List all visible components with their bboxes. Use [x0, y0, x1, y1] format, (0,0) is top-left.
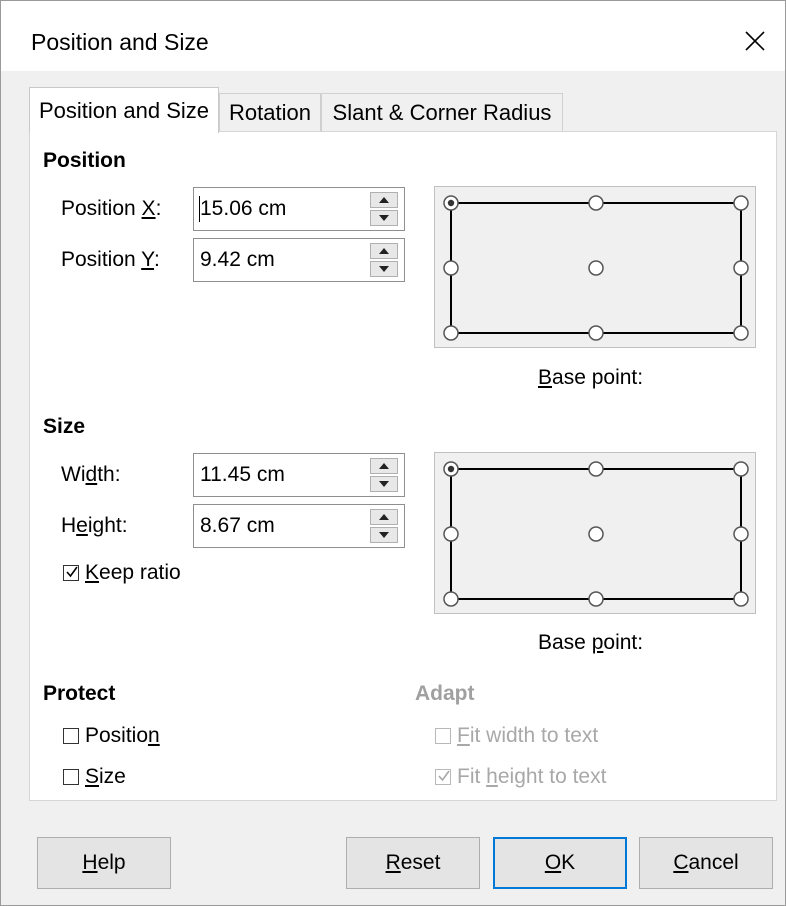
height-increment-button[interactable] [370, 509, 398, 525]
tab-label: Slant & Corner Radius [332, 99, 552, 125]
fit-width-label: Fit width to text [457, 724, 599, 747]
keep-ratio-label: Keep ratio [85, 561, 181, 584]
position-y-increment-button[interactable] [370, 243, 398, 259]
position-y-value: 9.42 cm [200, 248, 275, 271]
base-point-bottom-left[interactable] [443, 591, 459, 607]
position-size-dialog: Position and Size Position and Size Rota… [0, 0, 786, 906]
base-point-bottom-right[interactable] [733, 325, 749, 341]
tab-label: Position and Size [39, 97, 209, 123]
fit-width-to-text-checkbox: Fit width to text [435, 724, 598, 748]
close-button[interactable] [735, 21, 775, 61]
tab-slant-corner-radius[interactable]: Slant & Corner Radius [321, 93, 563, 131]
checkbox-box [63, 728, 79, 744]
cancel-button[interactable]: Cancel [639, 837, 773, 889]
position-x-spinbox[interactable]: 15.06 cm [193, 187, 405, 231]
width-label: Width: [61, 463, 121, 486]
position-section-title: Position [43, 149, 126, 172]
base-point-bottom-left[interactable] [443, 325, 459, 341]
arrow-up-icon [379, 248, 389, 254]
adapt-section-title: Adapt [415, 682, 475, 705]
arrow-down-icon [379, 481, 389, 487]
base-point-middle-left[interactable] [443, 526, 459, 542]
checkbox-box [63, 565, 79, 581]
close-icon [745, 31, 765, 51]
base-point-grid-icon [443, 461, 749, 607]
position-base-point-label: Base point: [538, 366, 644, 389]
fit-height-to-text-checkbox: Fit height to text [435, 765, 606, 789]
arrow-down-icon [379, 532, 389, 538]
window-title: Position and Size [31, 29, 209, 55]
base-point-grid-icon [443, 195, 749, 341]
protect-position-label: Position [85, 724, 160, 747]
checkbox-box [435, 728, 451, 744]
checkmark-icon [438, 770, 450, 782]
checkbox-box [63, 769, 79, 785]
base-point-top-right[interactable] [733, 195, 749, 211]
protect-position-checkbox[interactable]: Position [63, 724, 160, 748]
base-point-middle-right[interactable] [733, 526, 749, 542]
tab-position-and-size[interactable]: Position and Size [29, 87, 219, 133]
arrow-up-icon [379, 514, 389, 520]
reset-button-label: Reset [385, 851, 441, 874]
base-point-middle-right[interactable] [733, 260, 749, 276]
help-button-label: Help [82, 851, 126, 874]
height-label: Height: [61, 514, 128, 537]
title-bar: Position and Size [1, 1, 785, 71]
tab-label: Rotation [229, 99, 311, 125]
base-point-bottom-center[interactable] [588, 325, 604, 341]
base-point-top-center[interactable] [588, 195, 604, 211]
base-point-bottom-center[interactable] [588, 591, 604, 607]
help-button[interactable]: Help [37, 837, 171, 889]
protect-size-checkbox[interactable]: Size [63, 765, 126, 789]
base-point-middle-left[interactable] [443, 260, 459, 276]
arrow-down-icon [379, 215, 389, 221]
size-section-title: Size [43, 415, 86, 438]
width-spinbox[interactable]: 11.45 cm [193, 453, 405, 497]
width-increment-button[interactable] [370, 458, 398, 474]
width-decrement-button[interactable] [370, 476, 398, 492]
protect-size-label: Size [85, 765, 126, 788]
ok-button[interactable]: OK [493, 837, 627, 889]
position-x-value: 15.06 cm [200, 197, 287, 220]
ok-button-label: OK [544, 851, 576, 874]
base-point-center[interactable] [588, 526, 604, 542]
checkbox-box [435, 769, 451, 785]
position-x-increment-button[interactable] [370, 192, 398, 208]
size-base-point-label: Base point: [538, 631, 644, 654]
cancel-button-label: Cancel [673, 851, 739, 874]
keep-ratio-checkbox[interactable]: Keep ratio [63, 561, 181, 585]
reset-button[interactable]: Reset [346, 837, 480, 889]
arrow-up-icon [379, 197, 389, 203]
width-value: 11.45 cm [200, 463, 285, 486]
height-spinbox[interactable]: 8.67 cm [193, 504, 405, 548]
base-point-top-right[interactable] [733, 461, 749, 477]
position-y-label: Position Y: [61, 248, 160, 271]
arrow-up-icon [379, 463, 389, 469]
fit-height-label: Fit height to text [457, 765, 607, 788]
size-base-point-selector[interactable] [434, 452, 756, 614]
base-point-top-center[interactable] [588, 461, 604, 477]
position-base-point-selector[interactable] [434, 186, 756, 348]
position-y-decrement-button[interactable] [370, 261, 398, 277]
position-x-label: Position X: [61, 197, 162, 220]
protect-section-title: Protect [43, 682, 116, 705]
height-value: 8.67 cm [200, 514, 275, 537]
position-x-decrement-button[interactable] [370, 210, 398, 226]
base-point-bottom-right[interactable] [733, 591, 749, 607]
tab-rotation[interactable]: Rotation [219, 93, 321, 131]
base-point-center[interactable] [588, 260, 604, 276]
arrow-down-icon [379, 266, 389, 272]
checkmark-icon [66, 566, 78, 578]
height-decrement-button[interactable] [370, 527, 398, 543]
position-y-spinbox[interactable]: 9.42 cm [193, 238, 405, 282]
